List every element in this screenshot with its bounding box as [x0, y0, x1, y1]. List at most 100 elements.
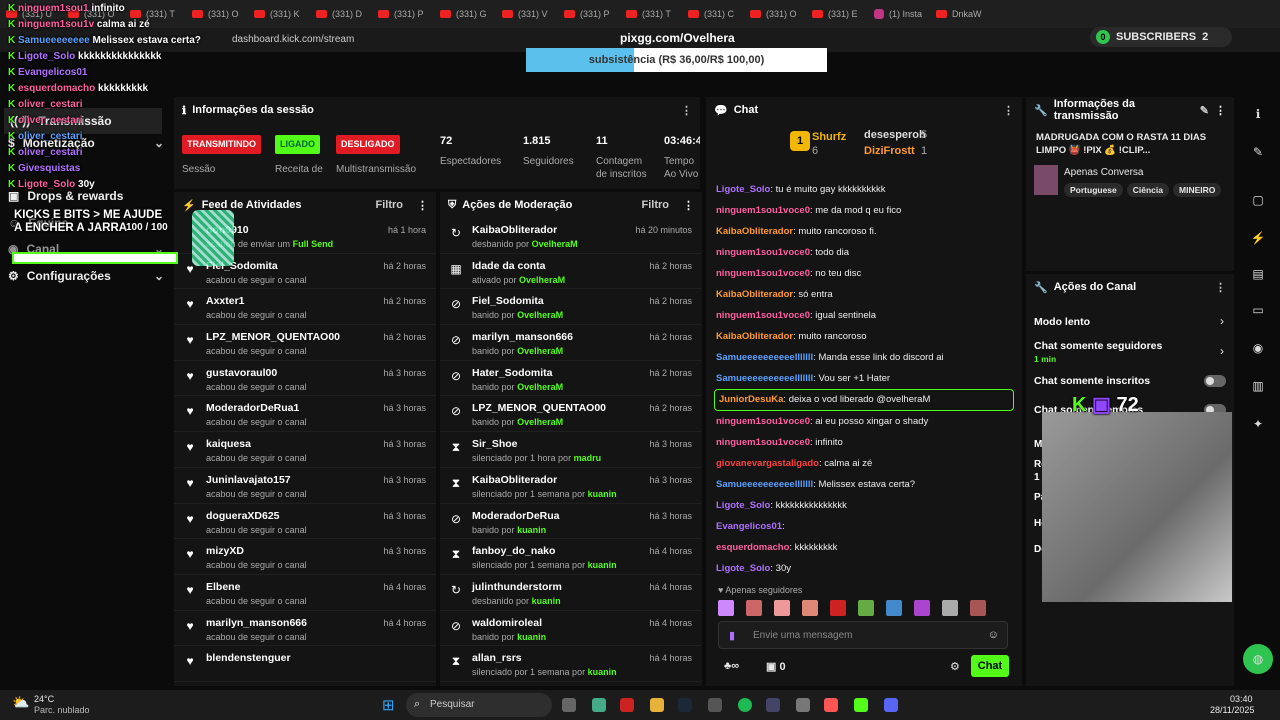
- chat-username[interactable]: Ligote_Solo: [716, 500, 770, 511]
- browser-tab[interactable]: (331) K: [254, 9, 316, 19]
- table-row[interactable]: ↻ KaibaObliterador desbanido por OvelheraM…: [440, 218, 702, 254]
- tag-chip[interactable]: Portuguese: [1064, 183, 1123, 197]
- chat-username[interactable]: Ligote_Solo: [716, 184, 770, 195]
- chat-username[interactable]: Evangelicos01: [716, 521, 782, 532]
- chat-settings-icon[interactable]: ⚙: [950, 660, 960, 673]
- chat-message[interactable]: ninguem1sou1voce0: igual sentinela: [706, 305, 1022, 326]
- followers-only-option[interactable]: Chat somente seguidores 1 min: [1034, 340, 1230, 364]
- emote-icon[interactable]: [774, 600, 790, 616]
- edit-icon[interactable]: ✎: [1200, 104, 1209, 117]
- emote-icon[interactable]: [914, 600, 930, 616]
- list-item[interactable]: ♥ LPZ_MENOR_QUENTAO00 acabou de seguir o c…: [174, 325, 436, 361]
- steam-icon[interactable]: [678, 698, 692, 712]
- chat-username[interactable]: ninguem1sou1voce0: [716, 310, 810, 321]
- tag-chip[interactable]: MINEIRO: [1173, 183, 1222, 197]
- more-icon[interactable]: ⋮: [1215, 281, 1226, 294]
- chat-message[interactable]: KaibaObliterador: muito rancoroso fi.: [706, 221, 1022, 242]
- mic-icon[interactable]: ▮: [729, 629, 735, 642]
- chat-username[interactable]: esquerdomacho: [716, 542, 789, 553]
- chat-username[interactable]: giovanevargastaligado: [716, 458, 819, 469]
- chat-message[interactable]: KaibaObliterador: só entra: [706, 284, 1022, 305]
- table-row[interactable]: ⊘ waldomiroleal banido por kuanin há 4 hora…: [440, 611, 702, 647]
- emote-icon[interactable]: [746, 600, 762, 616]
- list-item[interactable]: ♥ gustavoraul00 acabou de seguir o canal há…: [174, 361, 436, 397]
- table-row[interactable]: ⊘ Fiel_Sodomita banido por OvelheraM há 2 h…: [440, 289, 702, 326]
- table-row[interactable]: ⊘ LPZ_MENOR_QUENTAO00 banido por OvelheraM…: [440, 396, 702, 433]
- wrench-icon[interactable]: ✦: [1248, 414, 1268, 434]
- emoji-icon[interactable]: ☺: [988, 629, 999, 641]
- support-icon[interactable]: ◍: [1243, 644, 1273, 674]
- emote-icon[interactable]: [942, 600, 958, 616]
- chat-username[interactable]: Samueeeeeeeeeelllllll: [716, 373, 813, 384]
- chat-message[interactable]: ninguem1sou1voce0: no teu disc: [706, 263, 1022, 284]
- list-item[interactable]: ♥ blendenstenguer: [174, 646, 436, 682]
- kick-icon[interactable]: [854, 698, 868, 712]
- emote-icon[interactable]: [886, 600, 902, 616]
- chrome-icon[interactable]: [592, 698, 606, 712]
- chat-username[interactable]: ninguem1sou1voce0: [716, 247, 810, 258]
- more-icon[interactable]: ⋮: [683, 199, 694, 212]
- chat-message[interactable]: giovanevargastaligado: calma ai zé: [706, 453, 1022, 474]
- table-row[interactable]: ⊘ marilyn_manson666 banido por OvelheraM há…: [440, 325, 702, 361]
- browser-tab[interactable]: (331) C: [688, 9, 750, 19]
- chat-username[interactable]: KaibaObliterador: [716, 289, 793, 300]
- chat-message[interactable]: Samueeeeeeeeeelllllll: Manda esse link d…: [706, 347, 1022, 368]
- subscribers-only-option[interactable]: Chat somente inscritos: [1034, 375, 1230, 387]
- chat-message[interactable]: ninguem1sou1voce0: ai eu posso xingar o …: [706, 411, 1022, 432]
- sidebar-item-drops[interactable]: ▣ Drops & rewards: [8, 189, 164, 203]
- browser-tab[interactable]: (331) T: [626, 9, 688, 19]
- more-icon[interactable]: ⋮: [1215, 104, 1226, 117]
- brave-icon[interactable]: [824, 698, 838, 712]
- list-item[interactable]: ♥ Elbene acabou de seguir o canal há 4 hora…: [174, 575, 436, 611]
- list-item[interactable]: ♥ kaiquesa acabou de seguir o canal há 3 ho…: [174, 432, 436, 468]
- lightning-icon[interactable]: ⚡: [1248, 228, 1268, 248]
- list-item[interactable]: ♥ dogueraXD625 acabou de seguir o canal há …: [174, 504, 436, 540]
- table-row[interactable]: ↻ julinthunderstorm desbanido por kuanin há…: [440, 575, 702, 611]
- browser-tab[interactable]: DnkaW: [936, 9, 998, 19]
- list-item[interactable]: ♥ Juninlavajato157 acabou de seguir o cana…: [174, 468, 436, 504]
- windows-start-icon[interactable]: ⊞: [382, 696, 395, 714]
- more-icon[interactable]: ⋮: [681, 104, 692, 117]
- table-row[interactable]: ⧗ fanboy_do_nako silenciado por 1 semana p…: [440, 539, 702, 575]
- slow-mode-option[interactable]: Modo lento: [1034, 316, 1230, 328]
- list-item[interactable]: ♥ Axxter1 acabou de seguir o canal há 2 hor…: [174, 289, 436, 326]
- browser-tab[interactable]: (331) O: [192, 9, 254, 19]
- chat-username[interactable]: ninguem1sou1voce0: [716, 268, 810, 279]
- archive-icon[interactable]: ▥: [1248, 376, 1268, 396]
- app-icon[interactable]: [796, 698, 810, 712]
- chat-message[interactable]: Ligote_Solo: 30y: [706, 558, 1022, 579]
- sidebar-item-configuracoes[interactable]: ⚙ Configurações ⌄: [8, 269, 164, 283]
- emote-icon[interactable]: [718, 600, 734, 616]
- chat-username[interactable]: KaibaObliterador: [716, 331, 793, 342]
- browser-tab[interactable]: (331) T: [130, 9, 192, 19]
- chat-username[interactable]: ninguem1sou1voce0: [716, 205, 810, 216]
- chat-message[interactable]: ninguem1sou1voce0: todo dia: [706, 242, 1022, 263]
- browser-tab[interactable]: (331) E: [812, 9, 874, 19]
- filter-button[interactable]: Filtro: [376, 199, 404, 211]
- emote-bar[interactable]: [718, 600, 1008, 616]
- info-icon[interactable]: ℹ: [1248, 104, 1268, 124]
- chat-username[interactable]: JuniorDesuKa: [719, 394, 783, 405]
- layout-icon[interactable]: ▢: [1248, 190, 1268, 210]
- infinity-icon[interactable]: ♣∞: [724, 660, 739, 672]
- chat-message[interactable]: ninguem1sou1voce0: infinito: [706, 432, 1022, 453]
- table-row[interactable]: ⧗ KaibaObliterador silenciado por 1 semana…: [440, 468, 702, 504]
- table-row[interactable]: ▦ Idade da conta ativado por OvelheraM há 2…: [440, 254, 702, 290]
- chat-input[interactable]: ▮ Envie uma mensagem ☺: [718, 621, 1008, 649]
- edit-icon[interactable]: ✎: [1248, 142, 1268, 162]
- chat-message[interactable]: Samueeeeeeeeeelllllll: Melissex estava c…: [706, 474, 1022, 495]
- broadcast-icon[interactable]: ◉: [1248, 338, 1268, 358]
- chevron-right-icon[interactable]: ›: [1220, 344, 1224, 358]
- more-icon[interactable]: ⋮: [417, 199, 428, 212]
- opera-icon[interactable]: [620, 698, 634, 712]
- browser-tab[interactable]: (331) V: [502, 9, 564, 19]
- chat-message[interactable]: Evangelicos01:: [706, 516, 1022, 537]
- table-row[interactable]: ⧗ allan_rsrs silenciado por 1 semana por k…: [440, 646, 702, 682]
- folder-icon[interactable]: [650, 698, 664, 712]
- spotify-icon[interactable]: [738, 698, 752, 712]
- list-item[interactable]: ♥ marilyn_manson666 acabou de seguir o can…: [174, 611, 436, 647]
- chat-message[interactable]: esquerdomacho: kkkkkkkkk: [706, 537, 1022, 558]
- chat-message[interactable]: ninguem1sou1voce0: me da mod q eu fico: [706, 200, 1022, 221]
- chat-message[interactable]: JuniorDesuKa: deixa o vod liberado @ovel…: [714, 389, 1014, 411]
- task-view-icon[interactable]: [562, 698, 576, 712]
